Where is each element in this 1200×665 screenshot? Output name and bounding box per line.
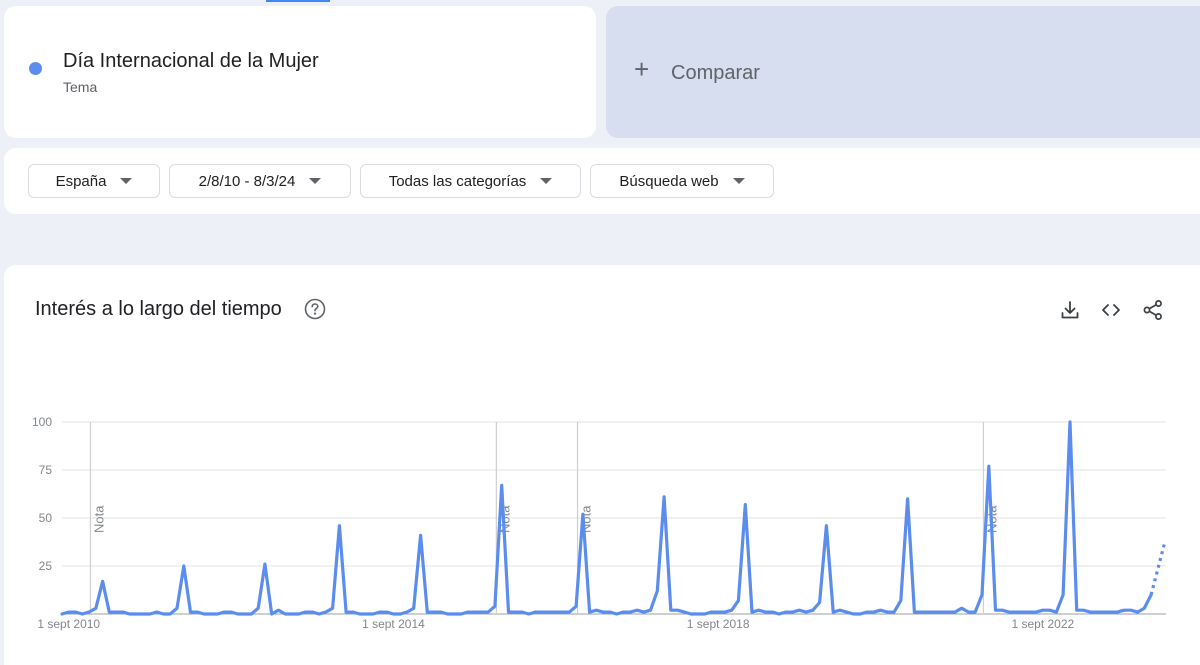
category-dropdown[interactable]: Todas las categorías <box>360 164 581 198</box>
active-tab-indicator <box>266 0 330 2</box>
date-range-dropdown[interactable]: 2/8/10 - 8/3/24 <box>169 164 351 198</box>
search-term-title: Día Internacional de la Mujer <box>63 50 319 72</box>
caret-down-icon <box>540 178 553 184</box>
search-type-label: Búsqueda web <box>619 172 719 190</box>
date-range-label: 2/8/10 - 8/3/24 <box>198 172 296 190</box>
interest-over-time-card: Interés a lo largo del tiempo <box>4 265 1200 665</box>
category-label: Todas las categorías <box>388 172 527 190</box>
plus-icon: + <box>634 54 650 84</box>
caret-down-icon <box>120 178 133 184</box>
filter-bar: España 2/8/10 - 8/3/24 Todas las categor… <box>4 148 1200 214</box>
search-term-card[interactable]: Día Internacional de la Mujer Tema <box>4 6 596 138</box>
region-label: España <box>55 172 107 190</box>
share-icon[interactable] <box>1142 299 1164 321</box>
search-term-type: Tema <box>63 79 98 95</box>
compare-label: Comparar <box>671 62 760 84</box>
series-color-dot <box>29 62 42 75</box>
help-icon[interactable] <box>304 298 326 320</box>
chart-title: Interés a lo largo del tiempo <box>35 298 282 320</box>
region-dropdown[interactable]: España <box>28 164 160 198</box>
embed-code-icon[interactable] <box>1100 299 1122 321</box>
download-icon[interactable] <box>1059 299 1081 321</box>
compare-button[interactable]: + Comparar <box>606 6 1200 138</box>
caret-down-icon <box>309 178 322 184</box>
search-type-dropdown[interactable]: Búsqueda web <box>590 164 774 198</box>
caret-down-icon <box>732 178 745 184</box>
